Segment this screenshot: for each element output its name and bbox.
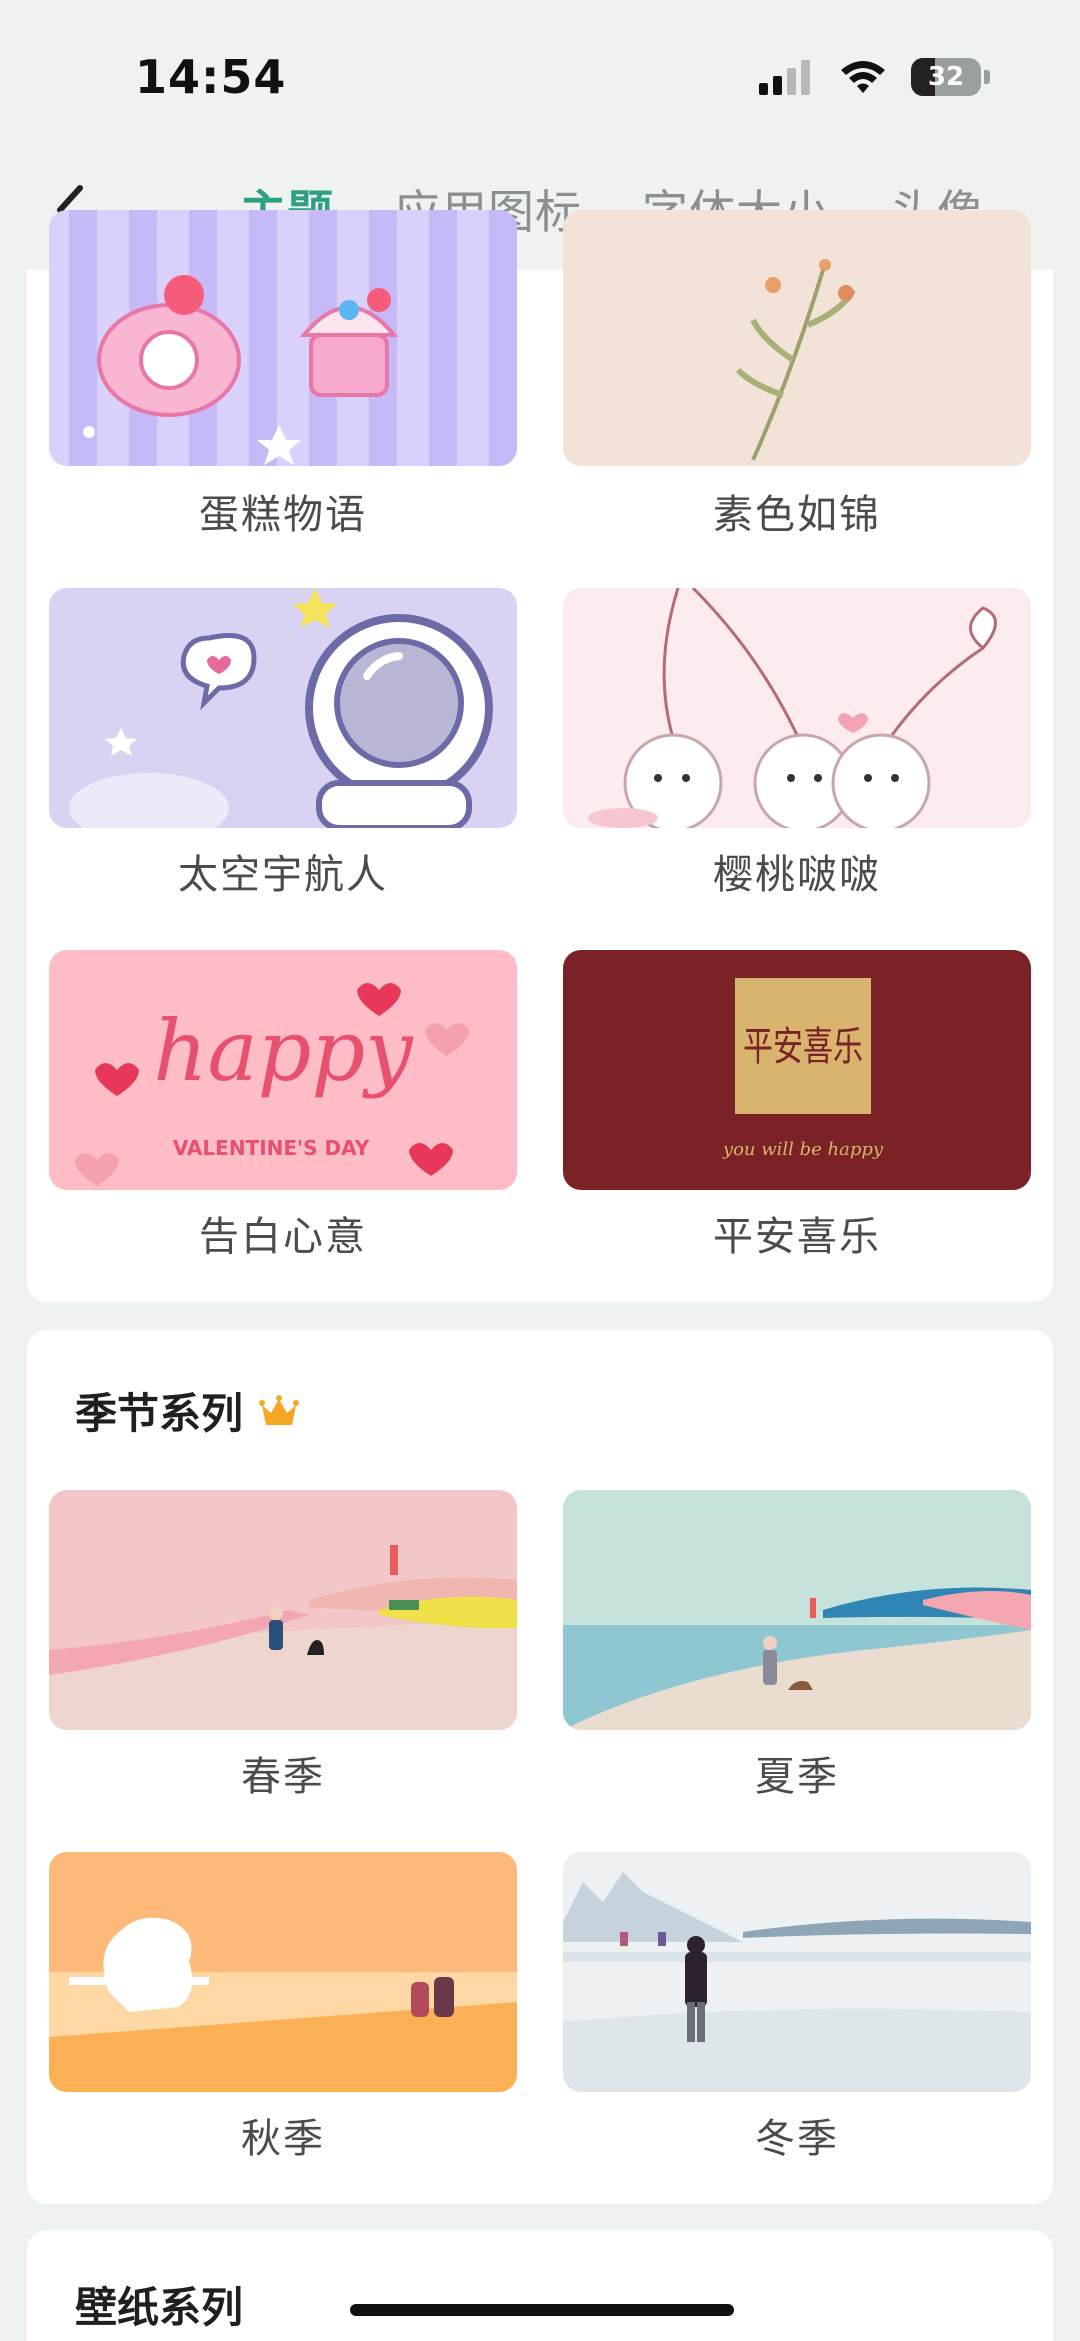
- theme-label-astronaut: 太空宇航人: [178, 852, 388, 898]
- theme-list-card: 蛋糕物语 素色如锦 太空宇航人 樱桃啵啵 happy VALENTINE'S D…: [27, 210, 1053, 1302]
- battery-level: 32: [927, 62, 965, 92]
- theme-tile-floral[interactable]: [563, 210, 1031, 466]
- valentine-thumbnail: happy VALENTINE'S DAY: [49, 950, 517, 1190]
- home-indicator[interactable]: [350, 2304, 734, 2316]
- season-tile-autumn[interactable]: [49, 1852, 517, 2092]
- status-time: 14:54: [135, 50, 287, 104]
- peace-art-subtext: you will be happy: [722, 1139, 884, 1160]
- theme-tile-valentine[interactable]: happy VALENTINE'S DAY: [49, 950, 517, 1190]
- theme-label-floral: 素色如锦: [713, 492, 881, 538]
- summer-thumbnail: [563, 1490, 1031, 1730]
- floral-thumbnail: [563, 210, 1031, 466]
- valentine-art-text: happy: [153, 1002, 414, 1100]
- peace-art-text: 平安喜乐: [743, 1024, 863, 1070]
- signal-icon: [759, 60, 810, 95]
- peace-thumbnail: 平安喜乐 you will be happy: [563, 950, 1031, 1190]
- season-section-header: 季节系列: [75, 1380, 300, 1441]
- winter-thumbnail: [563, 1852, 1031, 2092]
- season-tile-spring[interactable]: [49, 1490, 517, 1730]
- season-series-card: 季节系列 春季 夏季 秋季 冬季: [27, 1330, 1053, 2204]
- season-tile-summer[interactable]: [563, 1490, 1031, 1730]
- season-label-summer: 夏季: [755, 1754, 839, 1800]
- theme-label-cherry: 樱桃啵啵: [713, 852, 881, 898]
- wallpaper-section-title: 壁纸系列: [75, 2283, 244, 2332]
- season-label-autumn: 秋季: [241, 2116, 325, 2162]
- theme-label-valentine: 告白心意: [199, 1214, 367, 1260]
- cherry-thumbnail: [563, 588, 1031, 828]
- astronaut-thumbnail: [49, 588, 517, 828]
- season-label-spring: 春季: [241, 1754, 325, 1800]
- cake-thumbnail: [49, 210, 517, 466]
- theme-label-cake: 蛋糕物语: [199, 492, 367, 538]
- battery-icon: 32: [911, 58, 981, 96]
- season-tile-winter[interactable]: [563, 1852, 1031, 2092]
- autumn-thumbnail: [49, 1852, 517, 2092]
- theme-tile-cherry[interactable]: [563, 588, 1031, 828]
- theme-tile-cake[interactable]: [49, 210, 517, 466]
- theme-tile-peace[interactable]: 平安喜乐 you will be happy: [563, 950, 1031, 1190]
- theme-screen: 14:54 32 主题 应用图标 字体大小 头像: [0, 0, 1080, 2341]
- wallpaper-series-card: 壁纸系列: [27, 2230, 1053, 2341]
- season-section-title: 季节系列: [75, 1389, 244, 1438]
- crown-icon: [259, 1394, 300, 1425]
- theme-tile-astronaut[interactable]: [49, 588, 517, 828]
- spring-thumbnail: [49, 1490, 517, 1730]
- valentine-art-subtext: VALENTINE'S DAY: [173, 1136, 370, 1160]
- theme-label-peace: 平安喜乐: [713, 1214, 881, 1260]
- status-icons: 32: [759, 58, 990, 96]
- wifi-icon: [841, 61, 885, 93]
- season-label-winter: 冬季: [755, 2116, 839, 2162]
